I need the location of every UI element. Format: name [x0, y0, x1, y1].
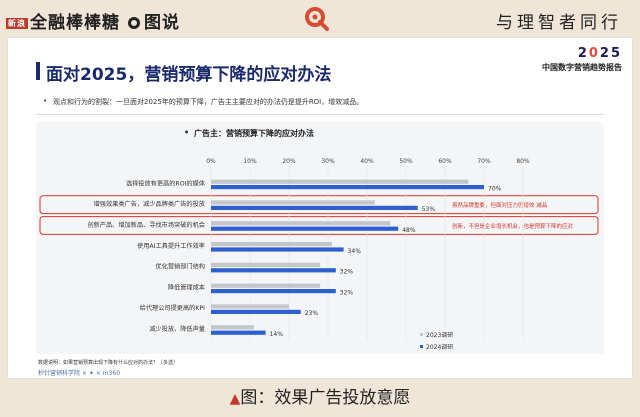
bar-2024 [211, 247, 344, 252]
x-tick-label: 40% [360, 158, 374, 165]
bar-2023 [211, 325, 254, 330]
brand-tag: 新浪 [6, 18, 28, 29]
x-tick-label: 80% [516, 158, 530, 165]
bar-2024 [211, 185, 484, 190]
bar-2023 [211, 200, 375, 205]
category-label: 增强效果类广告，减少品牌类广告的投放 [94, 200, 205, 208]
section-name: 图说 [144, 13, 180, 33]
bar-2024 [211, 268, 336, 273]
category-label: 降低管理成本 [168, 283, 205, 291]
bar-2024 [211, 226, 399, 231]
legend-label: 2023调研 [426, 331, 453, 339]
x-tick-label: 60% [438, 158, 452, 165]
bar-2024 [211, 330, 266, 335]
bar-2023 [211, 262, 321, 267]
bar-2024 [211, 309, 301, 314]
category-label: 减少投放、降低声量 [149, 325, 205, 333]
bar-2023 [211, 221, 391, 226]
legend-label: 2024调研 [426, 343, 453, 351]
bar-2023 [211, 242, 332, 247]
bar-chart: 虽然品牌重要，但面对压力仍增效 减品创新，不但是企业增长机会，也是预算下降的应对… [39, 158, 599, 351]
x-tick-label: 30% [321, 158, 335, 165]
category-label: 优化营销部门结构 [156, 263, 206, 271]
value-label: 14% [270, 331, 284, 338]
category-label: 选择投放有更高的ROI的媒体 [126, 179, 206, 187]
value-label: 48% [402, 227, 416, 234]
x-tick-label: 50% [399, 158, 413, 165]
x-tick-label: 10% [243, 158, 257, 165]
bar-2023 [211, 283, 321, 288]
data-note: 数据说明：如果营销预算出现下降有什么应对的办法？（多选） [38, 360, 179, 366]
annotation-label: 虽然品牌重要，但面对压力仍增效 减品 [452, 201, 548, 209]
legend-swatch [420, 345, 423, 348]
bar-2023 [211, 304, 289, 309]
category-label: 给代理公司提更高的KPI [140, 304, 205, 312]
value-label: 34% [348, 248, 362, 255]
value-label: 23% [305, 310, 319, 317]
value-label: 70% [488, 185, 502, 192]
triangle-icon: ▲ [229, 391, 241, 407]
partner-logos: 秒针营销科学院 × ✦ × m360 [38, 370, 121, 377]
x-tick-label: 0% [206, 158, 216, 165]
figure-caption: ▲图：效果广告投放意愿 [229, 388, 411, 408]
x-tick-label: 70% [477, 158, 491, 165]
category-label: 创新产品、增加新品、寻找市场突破的机会 [87, 221, 205, 229]
motto: 与理智者同行 [496, 13, 622, 33]
value-label: 32% [340, 289, 354, 296]
value-label: 32% [340, 269, 354, 276]
brand-name: 全融棒棒糖 [30, 13, 120, 33]
legend-swatch [420, 333, 423, 336]
brand: 新浪 全融棒棒糖 图说 [6, 8, 180, 33]
top-bar: 新浪 全融棒棒糖 图说 与理智者同行 [0, 0, 640, 38]
record-icon [128, 17, 140, 29]
slide: 2025 中国数字营销趋势报告 面对2025，营销预算下降的应对办法 观点和行为… [8, 38, 632, 378]
bar-2023 [211, 179, 469, 184]
annotation-label: 创新，不但是企业增长机会，也是预算下降的应对 [452, 222, 574, 230]
x-tick-label: 20% [282, 158, 296, 165]
magnifier-logo-icon [305, 7, 329, 31]
value-label: 53% [422, 206, 436, 213]
bar-2024 [211, 205, 418, 210]
category-label: 使用AI工具提升工作效率 [137, 242, 205, 250]
bar-2024 [211, 289, 336, 294]
